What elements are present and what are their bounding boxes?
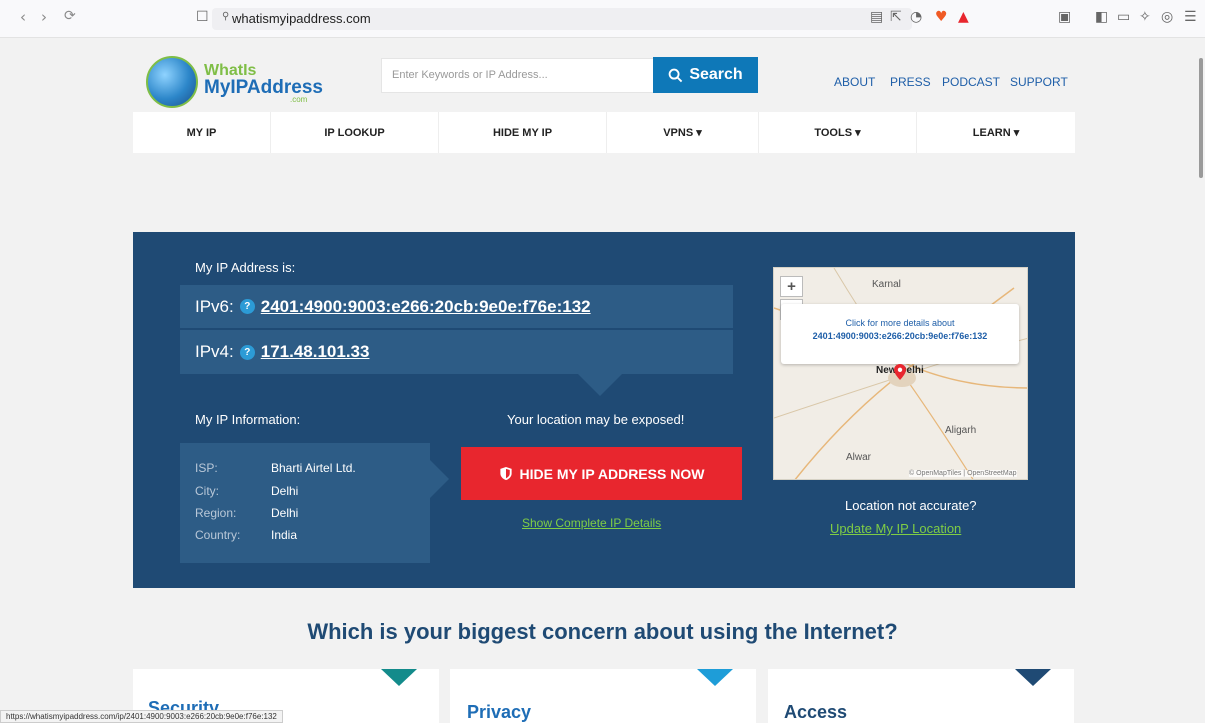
map-label-aligarh: Aligarh xyxy=(945,425,977,436)
map-label-alwar: Alwar xyxy=(846,452,872,463)
extensions-icon[interactable]: ✧ xyxy=(1139,9,1151,25)
status-bar-url: https://whatismyipaddress.com/ip/2401:49… xyxy=(0,710,283,723)
not-accurate-label: Location not accurate? xyxy=(845,498,977,513)
forward-icon[interactable]: › xyxy=(41,8,47,26)
logo-domain: .com xyxy=(290,95,308,104)
sidebar-icon[interactable]: ◧ xyxy=(1095,9,1108,25)
share-icon[interactable]: ⇱ xyxy=(890,9,902,25)
privacy-card-title[interactable]: Privacy xyxy=(467,702,531,723)
ipv6-row: IPv6: ? 2401:4900:9003:e266:20cb:9e0e:f7… xyxy=(180,285,733,328)
podcast-link[interactable]: PODCAST xyxy=(942,75,1000,89)
map-label-karnal: Karnal xyxy=(872,279,901,290)
search-icon xyxy=(668,68,683,82)
shield-icon xyxy=(499,466,512,481)
map-zoom-in-button[interactable]: + xyxy=(780,276,803,297)
isp-value: Bharti Airtel Ltd. xyxy=(271,461,356,475)
vpn-icon[interactable]: ◎ xyxy=(1161,9,1173,25)
nav-my-ip[interactable]: MY IP xyxy=(133,112,271,153)
help-icon[interactable]: ? xyxy=(239,299,255,314)
site-info-icon[interactable]: ⚲ xyxy=(222,11,229,22)
hide-ip-button-label: HIDE MY IP ADDRESS NOW xyxy=(519,465,705,482)
menu-icon[interactable]: ☰ xyxy=(1184,9,1197,25)
bookmark-icon[interactable]: ☐ xyxy=(196,9,209,25)
concern-heading: Which is your biggest concern about usin… xyxy=(307,619,898,644)
nav-hide-my-ip[interactable]: HIDE MY IP xyxy=(439,112,607,153)
search-button-label: Search xyxy=(689,66,743,83)
map-attribution[interactable]: © OpenMapTiles | OpenStreetMap xyxy=(909,470,1017,477)
back-icon[interactable]: ‹ xyxy=(20,8,26,26)
show-details-link[interactable]: Show Complete IP Details xyxy=(522,516,661,530)
ipv6-value[interactable]: 2401:4900:9003:e266:20cb:9e0e:f76e:132 xyxy=(261,297,591,317)
hide-ip-button[interactable]: HIDE MY IP ADDRESS NOW xyxy=(461,447,742,500)
ipv4-label: IPv4: xyxy=(195,342,234,361)
ipv4-row: IPv4: ? 171.48.101.33 xyxy=(180,330,733,374)
nav-ip-lookup[interactable]: IP LOOKUP xyxy=(271,112,439,153)
info-box-pointer xyxy=(430,460,449,498)
about-link[interactable]: ABOUT xyxy=(834,75,875,89)
country-key: Country: xyxy=(195,528,241,542)
region-key: Region: xyxy=(195,506,237,520)
press-link[interactable]: PRESS xyxy=(890,75,931,89)
help-icon[interactable]: ? xyxy=(239,344,255,360)
privacy-card-marker xyxy=(697,669,733,686)
support-link[interactable]: SUPPORT xyxy=(1010,75,1068,89)
brave-shield-icon[interactable]: ♥ xyxy=(935,9,948,25)
security-card-marker xyxy=(381,669,417,686)
nav-learn[interactable]: LEARN ▾ xyxy=(917,112,1075,153)
browser-toolbar: ‹ › ⟳ ☐ ⚲ whatismyipaddress.com ▤ ⇱ ◔ ♥ … xyxy=(0,0,1205,38)
reader-icon[interactable]: ▤ xyxy=(870,9,883,25)
screenshot-icon[interactable]: ▣ xyxy=(1058,9,1071,25)
access-card-title[interactable]: Access xyxy=(784,702,847,723)
map-pin-icon[interactable] xyxy=(894,364,906,380)
update-location-link[interactable]: Update My IP Location xyxy=(830,521,961,536)
map-popup-text: Click for more details about xyxy=(845,318,955,328)
main-nav: MY IP IP LOOKUP HIDE MY IP VPNS ▾ TOOLS … xyxy=(133,112,1075,153)
ip-info-label: My IP Information: xyxy=(195,412,301,427)
ipv4-value[interactable]: 171.48.101.33 xyxy=(261,342,370,362)
rss-icon[interactable]: ◔ xyxy=(910,9,922,25)
search-button[interactable]: Search xyxy=(653,57,758,93)
rewards-icon[interactable]: ▲ xyxy=(958,9,969,25)
wallet-icon[interactable]: ▭ xyxy=(1117,9,1130,25)
ipv6-label: IPv6: xyxy=(195,296,234,316)
reload-icon[interactable]: ⟳ xyxy=(64,8,76,24)
my-ip-label: My IP Address is: xyxy=(195,260,296,275)
city-key: City: xyxy=(195,484,219,498)
region-value: Delhi xyxy=(271,506,299,520)
city-value: Delhi xyxy=(271,484,299,498)
nav-vpns[interactable]: VPNS ▾ xyxy=(607,112,759,153)
ip-box-pointer xyxy=(578,374,622,396)
logo-globe-icon[interactable] xyxy=(146,56,198,108)
country-value: India xyxy=(271,528,298,542)
search-input[interactable]: Enter Keywords or IP Address... xyxy=(381,58,653,93)
address-text[interactable]: whatismyipaddress.com xyxy=(232,11,371,26)
exposed-warning: Your location may be exposed! xyxy=(507,412,685,427)
isp-key: ISP: xyxy=(195,461,218,475)
nav-tools[interactable]: TOOLS ▾ xyxy=(759,112,917,153)
map-popup-ip: 2401:4900:9003:e266:20cb:9e0e:f76e:132 xyxy=(812,331,988,341)
map-popup[interactable]: Click for more details about 2401:4900:9… xyxy=(781,304,1019,364)
access-card-marker xyxy=(1015,669,1051,686)
